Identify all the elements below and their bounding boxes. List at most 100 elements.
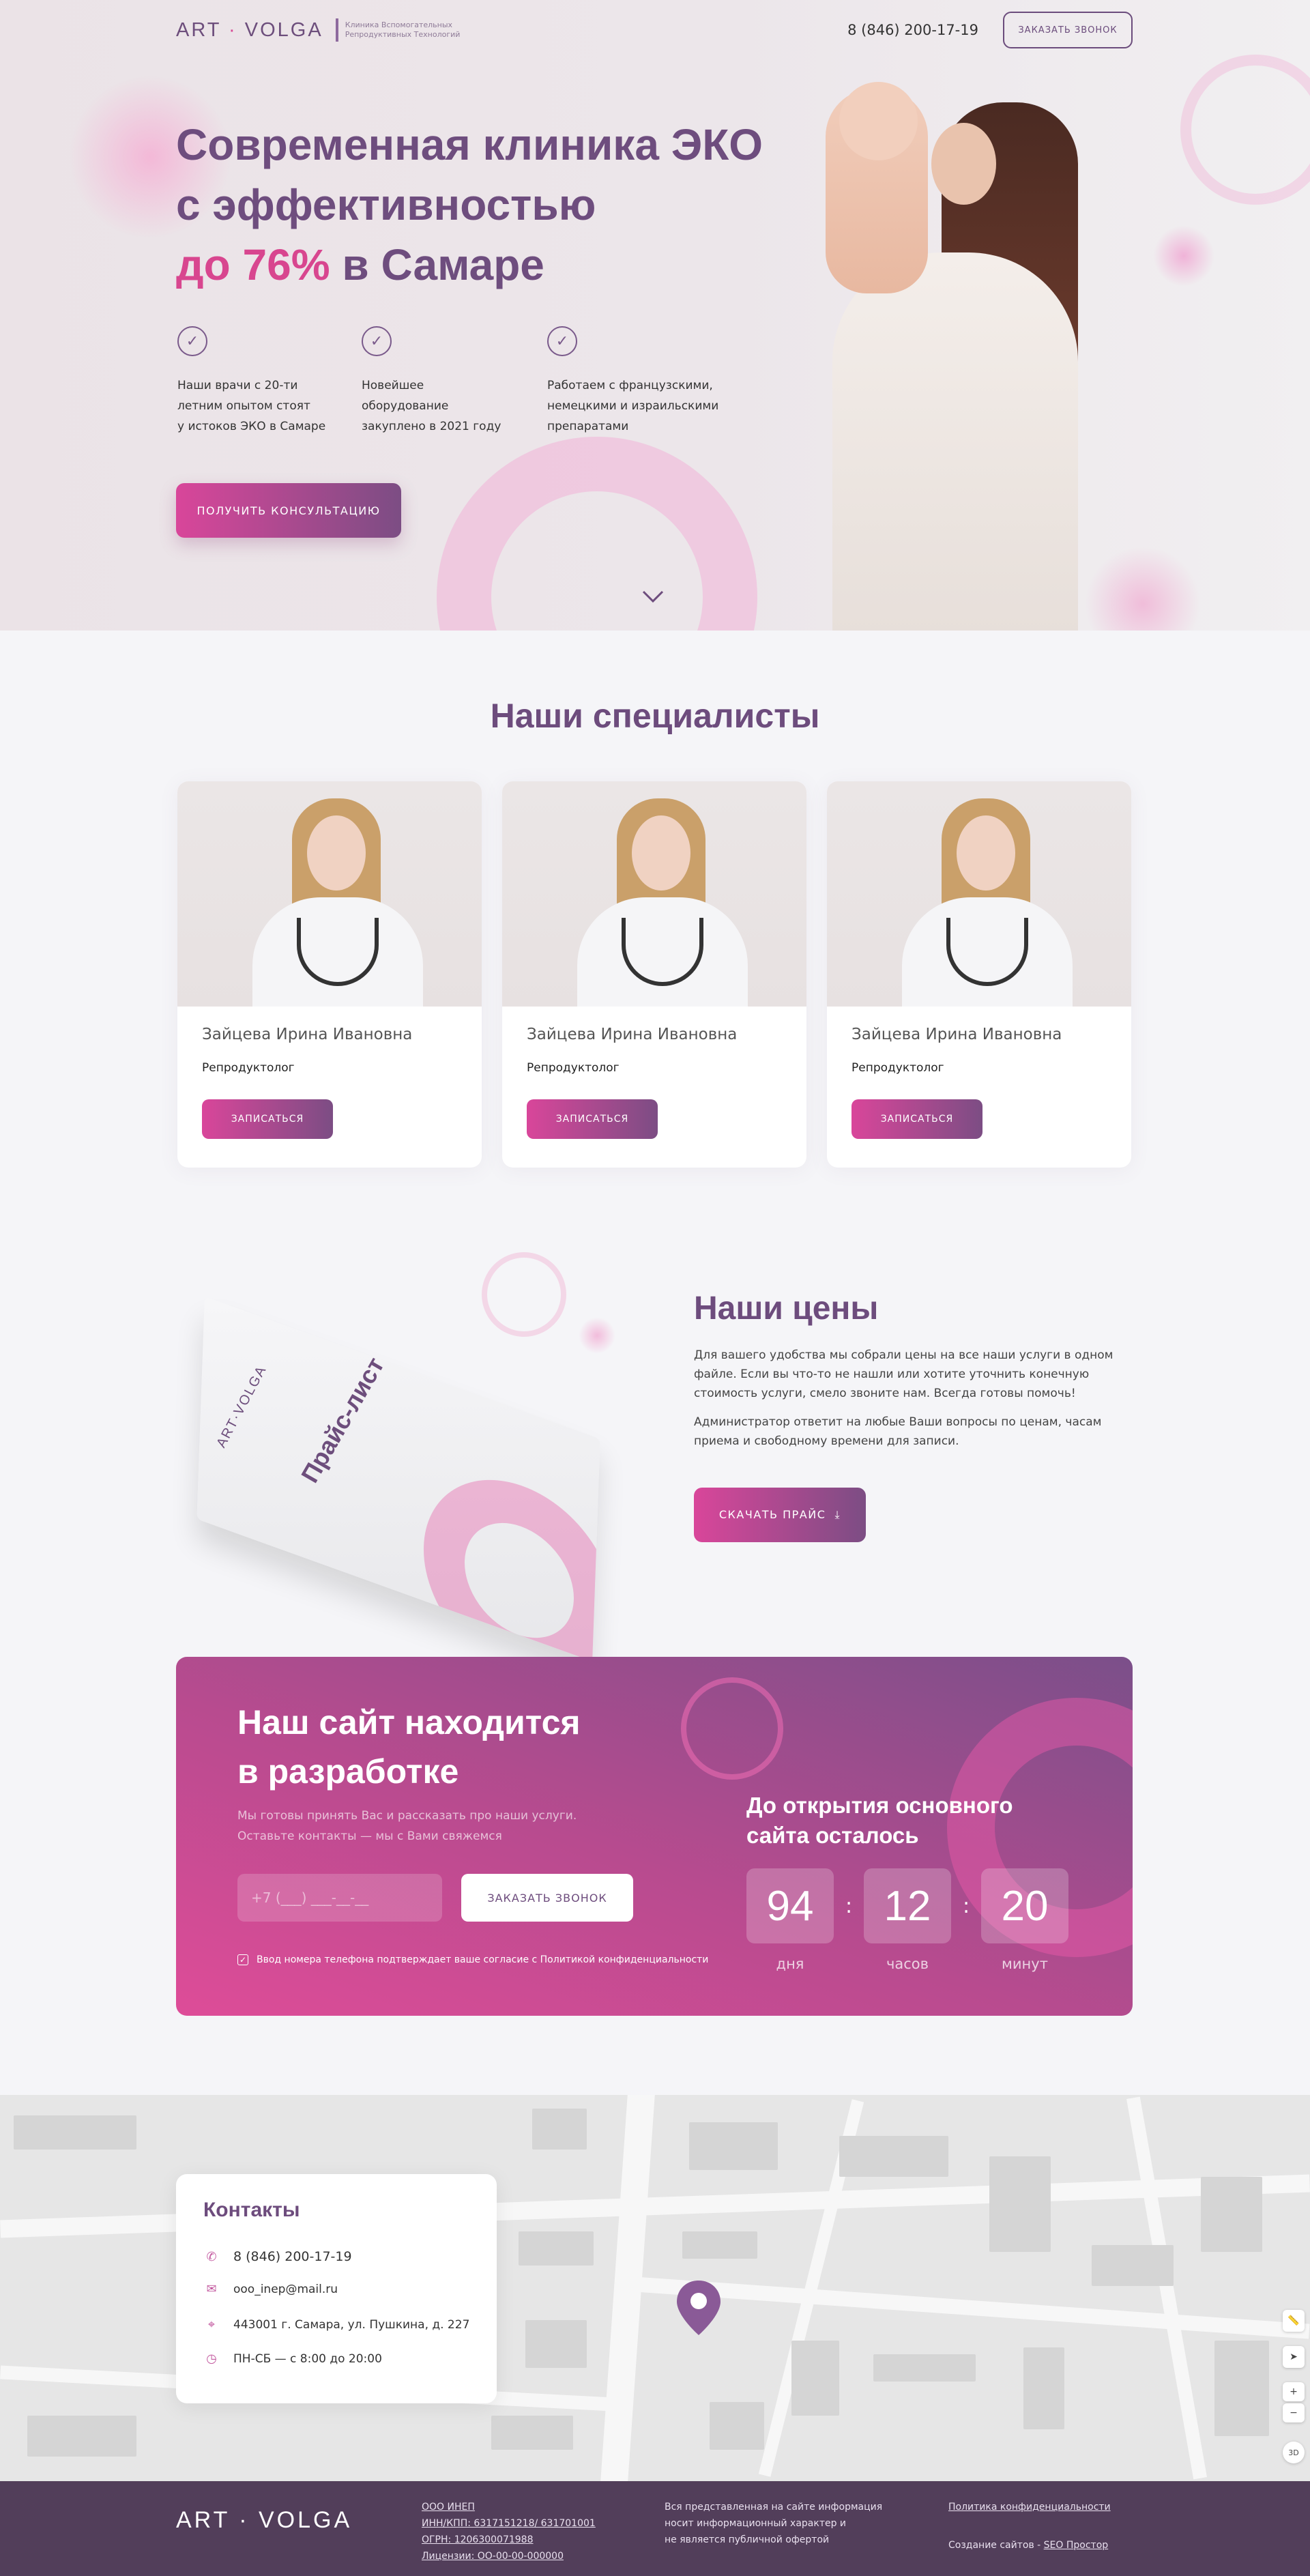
feature-text: Наши врачи с 20-ти летним опытом стоят у… [177,379,326,433]
consultation-button[interactable]: ПОЛУЧИТЬ КОНСУЛЬТАЦИЮ [176,483,401,538]
specialist-name: Зайцева Ирина Ивановна [202,1026,413,1043]
specialist-card: Зайцева Ирина Ивановна Репродуктолог ЗАП… [502,781,806,1168]
book-appointment-button[interactable]: ЗАПИСАТЬСЯ [527,1099,658,1139]
footer-license-link[interactable]: Лицензии: ОО-00-00-000000 [422,2548,596,2564]
download-icon: ⤓ [834,1508,841,1521]
feature-item: ✓ Работаем с французскими, немецкими и и… [547,326,738,437]
decor-ring [482,1252,566,1337]
hero-section: ART · VOLGA Клиника Вспомогательных Репр… [0,0,1310,631]
footer-legal-info: ООО ИНЕП ИНН/КПП: 6317151218/ 631701001 … [422,2499,596,2564]
location-pin-icon[interactable] [674,2279,723,2336]
footer-links: Политика конфиденциальности Создание сай… [948,2499,1111,2553]
specialist-name: Зайцева Ирина Ивановна [852,1026,1062,1043]
feature-text: Новейшее оборудование закуплено в 2021 г… [362,379,501,433]
footer-logo[interactable]: ART · VOLGA [176,2507,352,2534]
countdown-title: До открытия основного сайта осталось [746,1793,1013,1848]
contact-email-text: ooo_inep@mail.ru [233,2282,338,2296]
contact-email[interactable]: ✉ ooo_inep@mail.ru [203,2282,338,2296]
book-appointment-button[interactable]: ЗАПИСАТЬСЯ [852,1099,982,1139]
contacts-title: Контакты [203,2199,300,2221]
checkbox[interactable]: ✓ [237,1954,248,1965]
prices-title: Наши цены [694,1290,879,1327]
specialist-card: Зайцева Ирина Ивановна Репродуктолог ЗАП… [177,781,482,1168]
site-header: ART · VOLGA Клиника Вспомогательных Репр… [176,12,1133,48]
consent-checkbox-row[interactable]: ✓ Ввод номера телефона подтверждает ваше… [237,1954,708,1965]
hero-features: ✓ Наши врачи с 20-ти летним опытом стоят… [177,326,767,437]
countdown-separator: : [962,1894,970,1918]
specialist-role: Репродуктолог [527,1061,620,1075]
contact-hours: ◷ ПН-СБ — с 8:00 до 20:00 [203,2351,382,2366]
check-icon: ✓ [547,326,577,356]
specialist-card: Зайцева Ирина Ивановна Репродуктолог ЗАП… [827,781,1131,1168]
footer-disclaimer: Вся представленная на сайте информация н… [665,2502,883,2545]
privacy-policy-link[interactable]: Политика конфиденциальности [948,2499,1111,2515]
countdown-label: дня [776,1956,804,1972]
ruler-icon[interactable]: 📏 [1283,2310,1305,2332]
countdown-value: 12 [864,1868,951,1943]
decor-blob [579,1317,615,1354]
feature-item: ✓ Новейшее оборудование закуплено в 2021… [362,326,519,437]
specialist-photo [177,781,482,1007]
countdown-value: 20 [981,1868,1068,1943]
specialist-photo [827,781,1131,1007]
banner-subtitle: Мы готовы принять Вас и рассказать про н… [237,1809,577,1843]
chevron-down-icon[interactable] [641,588,665,605]
footer-credits: Создание сайтов - [948,2540,1044,2551]
zoom-out-button[interactable]: − [1283,2403,1305,2422]
phone-input[interactable] [237,1874,442,1922]
contact-phone[interactable]: ✆ 8 (846) 200-17-19 [203,2249,352,2264]
prices-paragraph: Администратор ответит на любые Ваши вопр… [694,1415,1102,1448]
footer-company-link[interactable]: ООО ИНЕП [422,2499,596,2515]
decor-ring [681,1677,783,1780]
map-3d-button[interactable]: 3D [1283,2442,1305,2463]
book-appointment-button[interactable]: ЗАПИСАТЬСЯ [202,1099,333,1139]
contact-phone-text: 8 (846) 200-17-19 [233,2249,352,2264]
specialist-role: Репродуктолог [852,1061,944,1075]
hero-title: Современная клиника ЭКО с эффективностью… [176,120,763,289]
countdown-minutes: 20 минут [981,1868,1068,1972]
feature-item: ✓ Наши врачи с 20-ти летним опытом стоят… [177,326,333,437]
specialists-list: Зайцева Ирина Ивановна Репродуктолог ЗАП… [177,781,1131,1168]
footer-ogrn-link[interactable]: ОГРН: 1206300071988 [422,2532,596,2548]
navigate-icon[interactable]: ➤ [1283,2346,1305,2368]
check-icon: ✓ [362,326,392,356]
specialist-name: Зайцева Ирина Ивановна [527,1026,738,1043]
countdown-separator: : [845,1894,853,1918]
banner-callback-button[interactable]: ЗАКАЗАТЬ ЗВОНОК [461,1874,633,1922]
header-phone[interactable]: 8 (846) 200-17-19 [847,22,978,38]
prices-paragraph: Для вашего удобства мы собрали цены на в… [694,1348,1114,1400]
countdown-hours: 12 часов [864,1868,951,1972]
map-pin-icon: ⌖ [207,2317,216,2332]
banner-title: Наш сайт находится в разработке [237,1703,581,1791]
clock-icon: ◷ [206,2351,217,2366]
contacts-card: Контакты ✆ 8 (846) 200-17-19 ✉ ooo_inep@… [176,2174,497,2403]
check-icon: ✓ [177,326,207,356]
logo[interactable]: ART · VOLGA [176,19,323,42]
footer-inn-link[interactable]: ИНН/КПП: 6317151218/ 631701001 [422,2515,596,2532]
countdown-label: минут [1002,1956,1048,1972]
countdown-label: часов [886,1956,929,1972]
contact-address-text: 443001 г. Самара, ул. Пушкина, д. 227 [233,2317,470,2332]
feature-text: Работаем с французскими, немецкими и изр… [547,379,719,433]
decor-ring [437,437,757,631]
header-callback-button[interactable]: ЗАКАЗАТЬ ЗВОНОК [1003,12,1133,48]
specialist-role: Репродуктолог [202,1061,295,1075]
contact-hours-text: ПН-СБ — с 8:00 до 20:00 [233,2351,382,2366]
decor-ring [1180,55,1310,205]
countdown-value: 94 [746,1868,834,1943]
price-list-booklet [196,1297,600,1662]
logo-divider [335,18,338,42]
development-banner: Наш сайт находится в разработке Мы готов… [176,1657,1133,2016]
specialist-photo [502,781,806,1007]
download-price-button[interactable]: СКАЧАТЬ ПРАЙС ⤓ [694,1488,866,1542]
logo-subtitle: Клиника Вспомогательных Репродуктивных Т… [345,20,461,39]
countdown-days: 94 дня [746,1868,834,1972]
countdown-timer: 94 дня : 12 часов : 20 минут [746,1868,1068,1972]
mail-icon: ✉ [206,2282,217,2296]
specialists-title: Наши специалисты [490,697,820,735]
site-footer: ART · VOLGA ООО ИНЕП ИНН/КПП: 6317151218… [0,2481,1310,2576]
phone-icon: ✆ [206,2249,217,2264]
zoom-in-button[interactable]: + [1283,2382,1305,2401]
decor-blob [1153,225,1214,287]
seo-prostor-link[interactable]: SEO Простор [1044,2540,1109,2551]
